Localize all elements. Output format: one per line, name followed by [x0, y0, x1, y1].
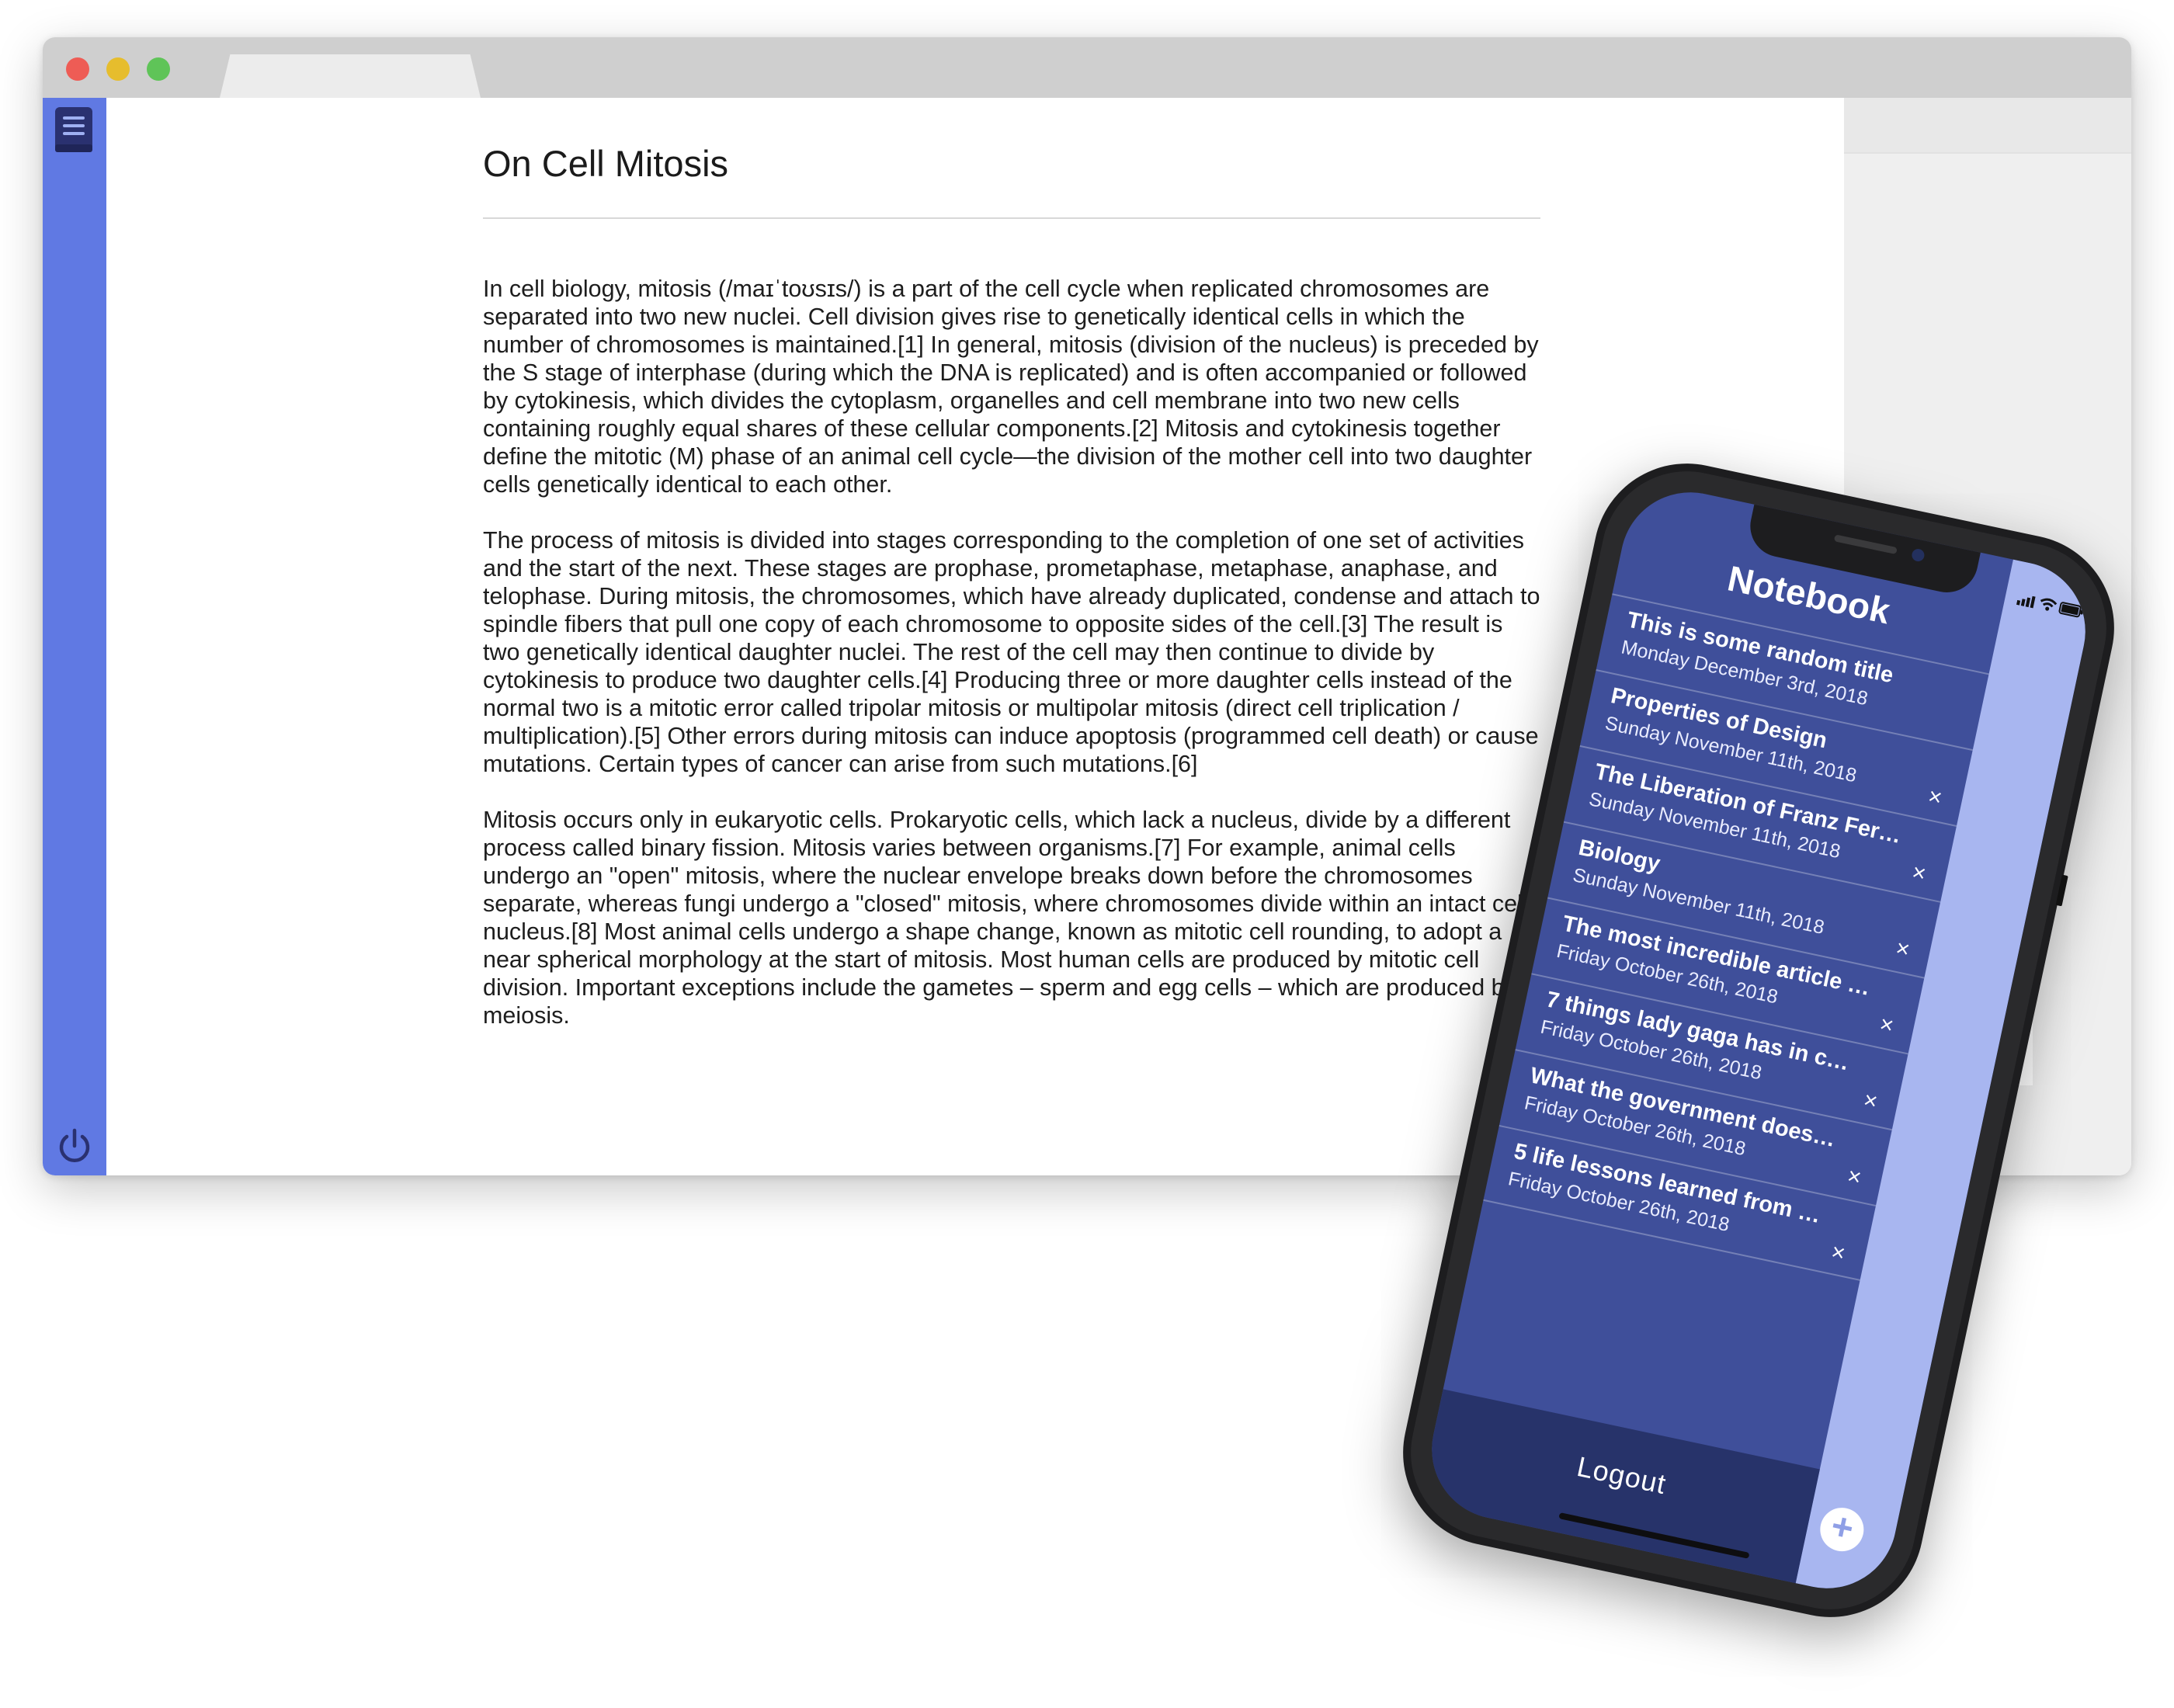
document-paragraph: In cell biology, mitosis (/maɪˈtoʊsɪs/) …: [483, 276, 1539, 498]
speaker-grille: [1833, 534, 1898, 555]
battery-icon: [2058, 602, 2084, 618]
camera-icon: [1910, 547, 1926, 563]
power-icon[interactable]: [52, 1124, 97, 1169]
title-divider: [483, 217, 1540, 219]
zoom-window-button[interactable]: [147, 57, 170, 81]
document-body[interactable]: In cell biology, mitosis (/maɪˈtoʊsɪs/) …: [483, 275, 1542, 1057]
document-paragraph: The process of mitosis is divided into s…: [483, 527, 1540, 777]
minimize-window-button[interactable]: [106, 57, 130, 81]
wifi-icon: [2040, 598, 2058, 611]
close-window-button[interactable]: [66, 57, 89, 81]
browser-tab[interactable]: [220, 54, 481, 98]
notebook-icon[interactable]: [52, 106, 96, 154]
signal-icon: [2016, 595, 2036, 609]
logout-button[interactable]: Logout: [1430, 1419, 1814, 1531]
app-sidebar: [43, 98, 106, 1175]
document-title[interactable]: On Cell Mitosis: [483, 137, 1539, 191]
right-panel-header: [1844, 98, 2131, 154]
document-paragraph: Mitosis occurs only in eukaryotic cells.…: [483, 807, 1528, 1029]
window-titlebar: [43, 37, 2131, 98]
